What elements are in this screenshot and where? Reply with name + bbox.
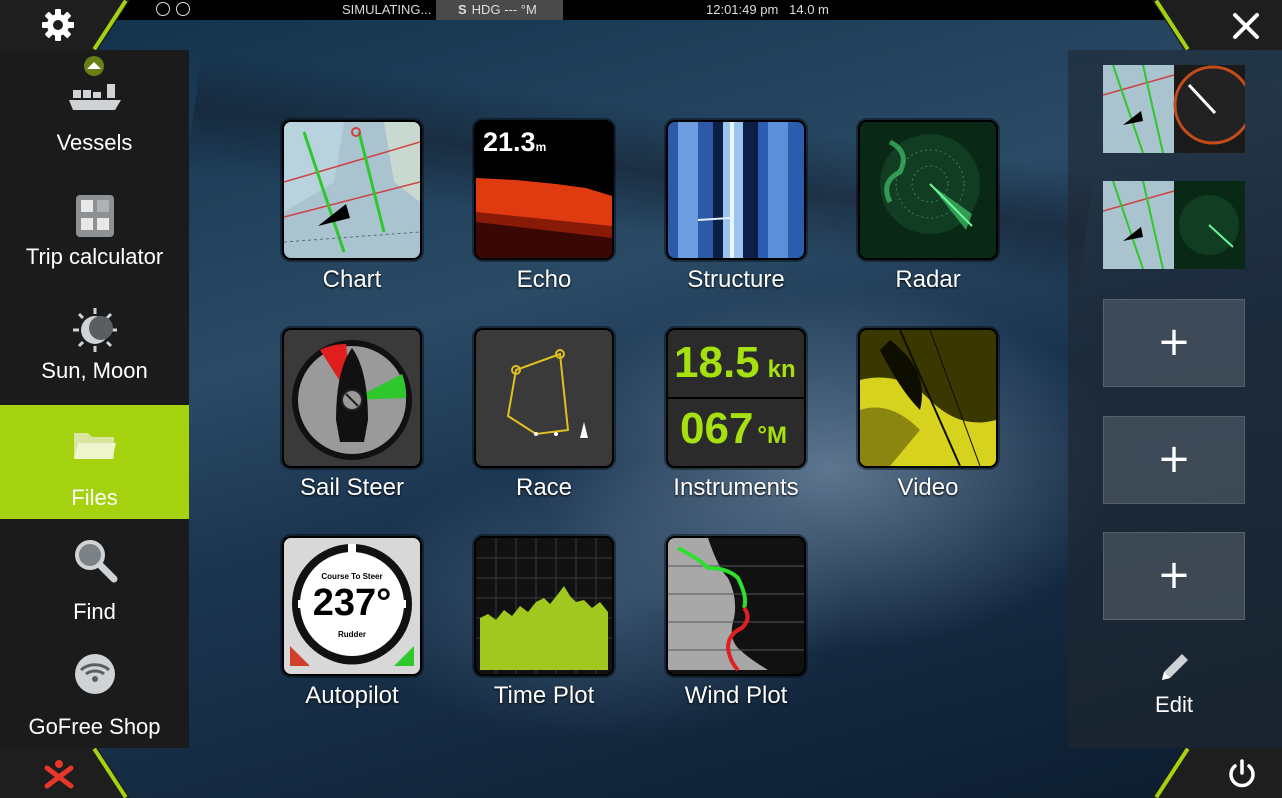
- time-plot-thumbnail: [474, 536, 614, 676]
- gofree-icon: [74, 654, 115, 694]
- app-label: Video: [897, 474, 959, 501]
- chart-thumbnail: [282, 120, 422, 260]
- status-icons: [156, 0, 196, 20]
- speed-unit: kn: [767, 356, 796, 383]
- heading-label: HDG: [471, 2, 501, 17]
- app-label: Structure: [687, 266, 785, 293]
- heading-value: --- °M: [504, 2, 537, 17]
- app-instruments[interactable]: 18.5 kn 067 °M Instruments: [666, 328, 806, 501]
- structure-scan-icon: [668, 122, 804, 258]
- heading-source: S: [458, 2, 467, 17]
- structure-thumbnail: [666, 120, 806, 260]
- sidebar-item-label: Sun, Moon: [41, 358, 148, 383]
- close-icon: [1233, 13, 1259, 39]
- heading-value: 067: [680, 404, 754, 453]
- autopilot-thumbnail: Course To Steer 237° Rudder: [282, 536, 422, 676]
- calculator-icon: [75, 195, 114, 237]
- sidebar-item-vessels[interactable]: Vessels: [0, 50, 189, 164]
- chart-map-icon: [284, 122, 420, 258]
- heading-readout[interactable]: S HDG --- °M: [436, 0, 563, 20]
- app-label: Time Plot: [493, 682, 595, 709]
- add-favorite-button[interactable]: +: [1103, 532, 1245, 620]
- sidebar-item-label: GoFree Shop: [28, 714, 161, 739]
- app-echo[interactable]: 21.3m Echo: [474, 120, 614, 293]
- heading-unit: °M: [757, 422, 788, 449]
- app-time-plot[interactable]: Time Plot: [474, 536, 614, 709]
- app-label: Radar: [895, 266, 961, 293]
- app-label: Chart: [322, 266, 382, 293]
- instruments-divider: [668, 397, 804, 399]
- depth-label: 14.0 m: [789, 2, 829, 17]
- sidebar-item-sun-moon[interactable]: Sun, Moon: [0, 278, 189, 392]
- app-label: Sail Steer: [299, 474, 405, 501]
- pencil-icon: [1162, 654, 1188, 680]
- race-course-icon: [506, 349, 588, 438]
- vessels-icon: [68, 84, 121, 110]
- edit-favorites-button[interactable]: Edit: [1110, 650, 1238, 718]
- video-thumbnail: [858, 328, 998, 468]
- favorites-panel: [1068, 50, 1282, 748]
- speed-value: 18.5: [674, 338, 760, 387]
- search-icon: [74, 540, 117, 583]
- sidebar-item-label: Trip calculator: [25, 244, 164, 269]
- radar-scope-icon: [880, 134, 980, 234]
- favorite-chart-radar[interactable]: [1102, 180, 1245, 270]
- echo-thumbnail: 21.3m: [474, 120, 614, 260]
- edit-label: Edit: [1155, 692, 1193, 717]
- app-radar[interactable]: Radar: [858, 120, 998, 293]
- man-overboard-icon: [44, 760, 74, 789]
- app-video[interactable]: Video: [858, 328, 998, 501]
- race-thumbnail: [474, 328, 614, 468]
- app-chart[interactable]: Chart: [282, 120, 422, 293]
- sidebar-item-gofree-shop[interactable]: GoFree Shop: [0, 634, 189, 748]
- autopilot-caption: Course To Steer: [321, 572, 383, 581]
- app-autopilot[interactable]: Course To Steer 237° Rudder Autopilot: [282, 536, 422, 709]
- wind-plot-thumbnail: [666, 536, 806, 676]
- app-sail-steer[interactable]: Sail Steer: [282, 328, 422, 501]
- app-structure[interactable]: Structure: [666, 120, 806, 293]
- autopilot-sub: Rudder: [338, 630, 366, 639]
- video-frame-icon: [860, 330, 996, 466]
- add-favorite-button[interactable]: +: [1103, 299, 1245, 387]
- favorite-chart-sailsteer[interactable]: [1102, 64, 1253, 154]
- wind-plot-graph-icon: [668, 538, 804, 672]
- time-depth-readout: 12:01:49 pm 14.0 m: [706, 0, 829, 20]
- echo-sonar-icon: [476, 178, 612, 258]
- sidebar-item-label: Vessels: [56, 130, 133, 155]
- radar-thumbnail: [858, 120, 998, 260]
- instruments-thumbnail: 18.5 kn 067 °M: [666, 328, 806, 468]
- globe-icon: [176, 2, 190, 16]
- sun-moon-icon: [72, 308, 117, 352]
- sail-steer-thumbnail: [282, 328, 422, 468]
- sidebar-item-label: Find: [73, 599, 116, 624]
- app-label: Autopilot: [305, 682, 399, 709]
- app-label: Wind Plot: [684, 682, 788, 709]
- app-label: Instruments: [673, 474, 799, 501]
- status-bar: SIMULATING... S HDG --- °M 12:01:49 pm 14…: [0, 0, 1282, 20]
- autopilot-value: 237°: [312, 582, 392, 624]
- app-label: Race: [515, 474, 573, 501]
- time-label: 12:01:49 pm: [706, 2, 779, 17]
- app-wind-plot[interactable]: Wind Plot: [666, 536, 806, 709]
- satellite-icon: [156, 2, 170, 16]
- sidebar-item-files[interactable]: Files: [0, 405, 189, 519]
- app-label: Echo: [516, 266, 572, 293]
- sidebar-item-find[interactable]: Find: [0, 519, 189, 633]
- power-icon: [1229, 759, 1255, 788]
- favorite-thumbnail-icon: [1102, 64, 1253, 154]
- add-favorite-button[interactable]: +: [1103, 416, 1245, 504]
- sidebar-item-label: Files: [71, 485, 118, 510]
- simulating-label: SIMULATING...: [342, 2, 432, 17]
- gear-icon: [42, 9, 74, 41]
- favorite-thumbnail-icon: [1102, 180, 1245, 270]
- sidebar: Vessels Trip calculator Sun, Moon Files …: [0, 50, 189, 748]
- sidebar-item-trip-calculator[interactable]: Trip calculator: [0, 164, 189, 278]
- sail-steer-compass-icon: [292, 340, 412, 460]
- folder-icon: [73, 433, 116, 459]
- app-race[interactable]: Race: [474, 328, 614, 501]
- time-plot-graph-icon: [476, 538, 612, 674]
